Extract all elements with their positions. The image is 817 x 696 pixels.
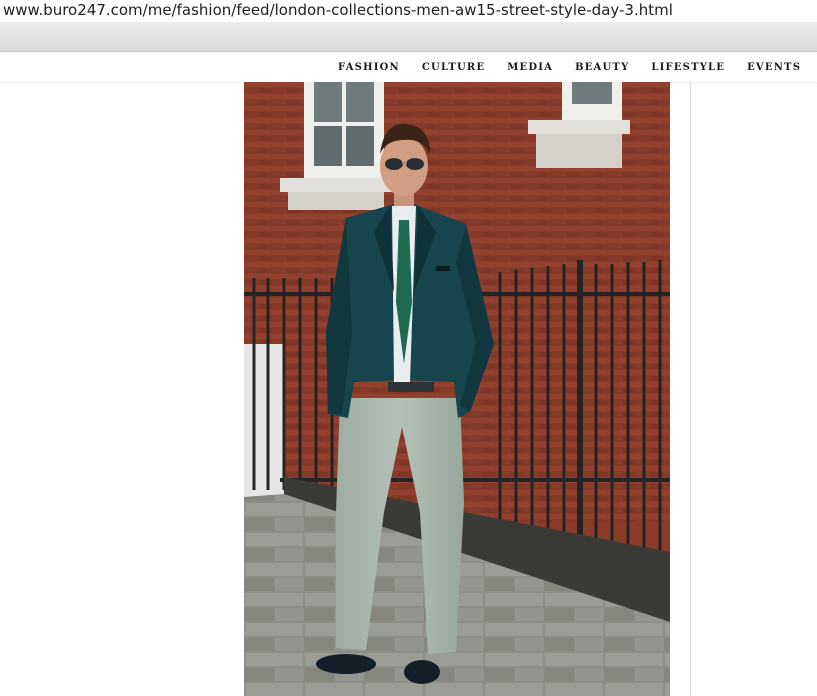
main-nav: FASHION CULTURE MEDIA BEAUTY LIFESTYLE E… <box>338 52 817 82</box>
nav-item-fashion[interactable]: FASHION <box>338 62 400 73</box>
white-bin <box>244 344 284 500</box>
nav-item-lifestyle[interactable]: LIFESTYLE <box>651 62 725 73</box>
content-divider <box>690 82 691 696</box>
nav-item-events[interactable]: EVENTS <box>747 62 801 73</box>
nav-item-media[interactable]: MEDIA <box>507 62 553 73</box>
browser-toolbar <box>0 22 817 52</box>
site-header: FASHION CULTURE MEDIA BEAUTY LIFESTYLE E… <box>0 52 817 82</box>
url-text[interactable]: www.buro247.com/me/fashion/feed/london-c… <box>3 0 673 20</box>
street-style-illustration <box>244 82 670 696</box>
nav-item-culture[interactable]: CULTURE <box>422 62 485 73</box>
nav-item-beauty[interactable]: BEAUTY <box>575 62 629 73</box>
street-style-photo[interactable] <box>244 82 670 696</box>
address-bar[interactable]: www.buro247.com/me/fashion/feed/london-c… <box>0 0 817 22</box>
